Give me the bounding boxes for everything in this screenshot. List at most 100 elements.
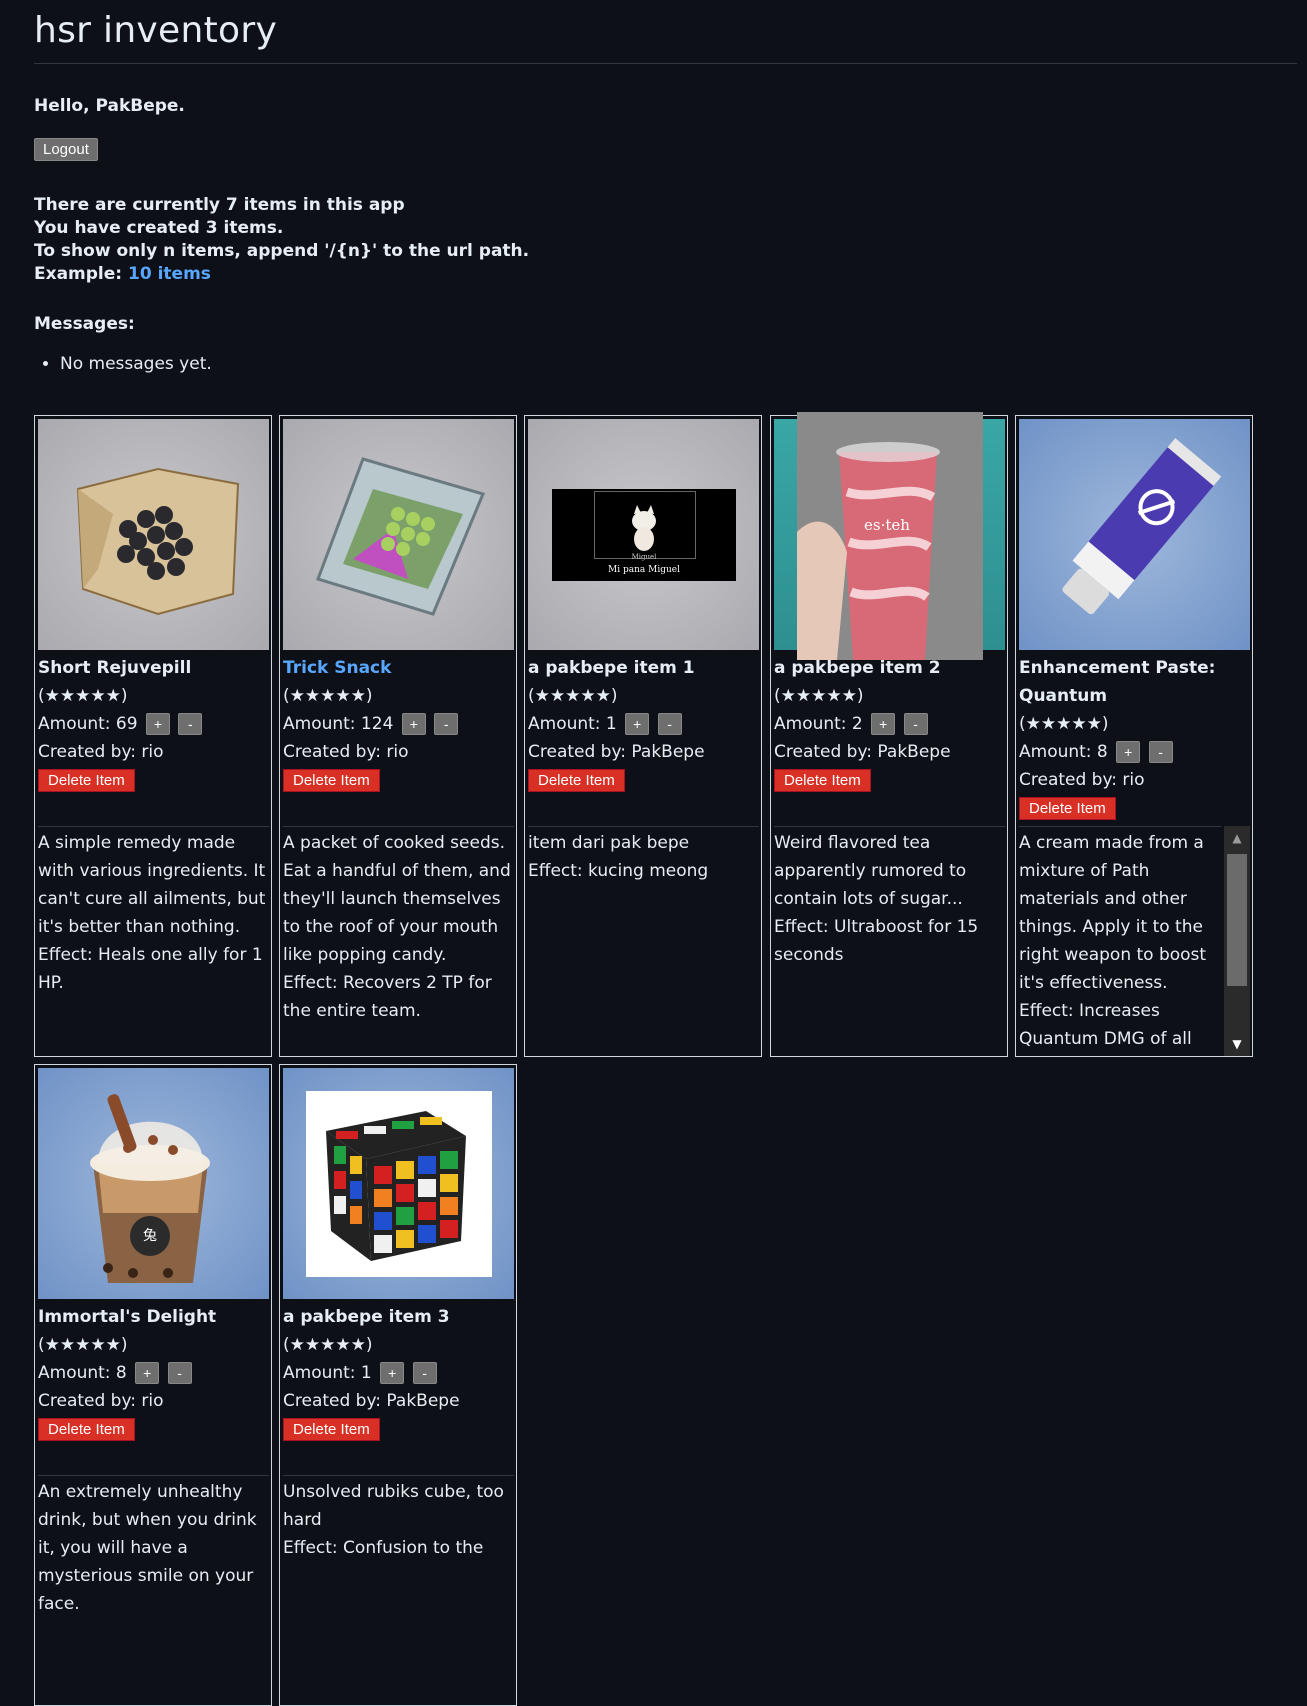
item-card: Enhancement Paste: Quantum (★★★★★) Amoun… [1015, 415, 1253, 1057]
increment-button[interactable]: + [135, 1362, 160, 1384]
item-amount: Amount: 69 [38, 714, 138, 734]
item-amount-row: Amount: 8 + - [1019, 738, 1250, 766]
item-info: Trick Snack (★★★★★) Amount: 124 + - Crea… [283, 654, 514, 794]
item-effect: Effect: Increases Quantum DMG of all all… [1019, 1001, 1192, 1049]
page-title: hsr inventory [34, 0, 1297, 64]
item-image: 兔 [38, 1068, 269, 1299]
item-creator: Created by: rio [1019, 770, 1145, 790]
logout-button[interactable]: Logout [34, 138, 98, 161]
item-info: Immortal's Delight (★★★★★) Amount: 8 + -… [38, 1303, 269, 1443]
rubiks-cube-photo [306, 1091, 492, 1277]
info-text: There are currently 7 items in this app … [34, 194, 1307, 286]
item-image: Miguel Mi pana Miguel [528, 419, 759, 650]
item-creator: Created by: rio [38, 1391, 164, 1411]
increment-button[interactable]: + [871, 713, 896, 735]
item-info: a pakbepe item 1 (★★★★★) Amount: 1 + - C… [528, 654, 759, 794]
decrement-button[interactable]: - [657, 713, 682, 735]
item-info: a pakbepe item 2 (★★★★★) Amount: 2 + - C… [774, 654, 1005, 794]
info-line-hint: To show only n items, append '/{n}' to t… [34, 241, 530, 261]
item-name: Immortal's Delight [38, 1307, 217, 1327]
item-card: a pakbepe item 2 (★★★★★) Amount: 2 + - C… [770, 412, 1008, 1057]
item-name: Enhancement Paste: Quantum [1019, 658, 1216, 706]
item-rating: (★★★★★) [283, 686, 373, 706]
messages-list: No messages yet. [34, 354, 1307, 374]
item-image [283, 419, 514, 650]
scrollbar-thumb[interactable] [1227, 854, 1247, 986]
item-amount-row: Amount: 1 + - [283, 1359, 514, 1387]
tea-cup-brand: es·teh [864, 516, 910, 534]
item-name[interactable]: Trick Snack [283, 654, 514, 682]
delete-item-button[interactable]: Delete Item [38, 1418, 135, 1441]
item-description[interactable]: A cream made from a mixture of Path mate… [1019, 826, 1221, 1056]
item-name: Short Rejuvepill [38, 658, 192, 678]
item-description: Weird flavored tea apparently rumored to… [774, 826, 1005, 1057]
greeting: Hello, PakBepe. [34, 96, 185, 116]
item-effect: Effect: Ultraboost for 15 seconds [774, 917, 979, 965]
item-image [1019, 419, 1250, 650]
item-card: a pakbepe item 3 (★★★★★) Amount: 1 + - C… [279, 1064, 517, 1706]
item-amount: Amount: 1 [528, 714, 617, 734]
meme-caption: Mi pana Miguel [608, 565, 680, 575]
item-card: 兔 Immortal's Delight (★★★★★) Amount: 8 +… [34, 1064, 272, 1706]
increment-button[interactable]: + [625, 713, 650, 735]
item-image [283, 1068, 514, 1299]
delete-item-button[interactable]: Delete Item [1019, 797, 1116, 820]
item-effect: Effect: kucing meong [528, 861, 709, 881]
decrement-button[interactable]: - [412, 1362, 437, 1384]
item-description: item dari pak bepe Effect: kucing meong [528, 826, 759, 1056]
cat-meme-image: Miguel Mi pana Miguel [552, 489, 736, 581]
increment-button[interactable]: + [401, 713, 426, 735]
decrement-button[interactable]: - [1148, 741, 1173, 763]
item-card: Short Rejuvepill (★★★★★) Amount: 69 + - … [34, 415, 272, 1057]
cup-logo: 兔 [143, 1228, 157, 1244]
scroll-down-arrow-icon[interactable]: ▼ [1224, 1032, 1250, 1056]
item-amount-row: Amount: 2 + - [774, 710, 1005, 738]
description-scrollbar[interactable]: ▲ ▼ [1224, 826, 1250, 1056]
item-image [38, 419, 269, 650]
item-info: a pakbepe item 3 (★★★★★) Amount: 1 + - C… [283, 1303, 514, 1443]
delete-item-button[interactable]: Delete Item [38, 769, 135, 792]
meme-subcaption: Miguel [631, 553, 657, 561]
item-name: a pakbepe item 1 [528, 658, 695, 678]
item-creator: Created by: rio [38, 742, 164, 762]
item-creator: Created by: rio [283, 742, 409, 762]
info-line-example: Example: 10 items [34, 263, 1307, 286]
item-rating: (★★★★★) [774, 686, 864, 706]
info-line-items-count: There are currently 7 items in this app [34, 195, 405, 215]
item-effect: Effect: Confusion to the [283, 1538, 484, 1558]
item-rating: (★★★★★) [38, 686, 128, 706]
item-desc-text: A simple remedy made with various ingred… [38, 833, 266, 937]
item-desc-text: Weird flavored tea apparently rumored to… [774, 833, 967, 909]
decrement-button[interactable]: - [178, 713, 203, 735]
decrement-button[interactable]: - [903, 713, 928, 735]
delete-item-button[interactable]: Delete Item [283, 1418, 380, 1441]
info-line-created-count: You have created 3 items. [34, 218, 284, 238]
item-amount-row: Amount: 69 + - [38, 710, 269, 738]
item-desc-text: A cream made from a mixture of Path mate… [1019, 833, 1207, 993]
item-amount: Amount: 2 [774, 714, 863, 734]
increment-button[interactable]: + [1116, 741, 1141, 763]
scroll-up-arrow-icon[interactable]: ▲ [1224, 826, 1250, 850]
delete-item-button[interactable]: Delete Item [283, 769, 380, 792]
item-effect: Effect: Heals one ally for 1 HP. [38, 945, 263, 993]
item-name: a pakbepe item 3 [283, 1307, 450, 1327]
example-link[interactable]: 10 items [128, 264, 211, 284]
delete-item-button[interactable]: Delete Item [774, 769, 871, 792]
item-amount: Amount: 8 [1019, 742, 1108, 762]
item-info: Short Rejuvepill (★★★★★) Amount: 69 + - … [38, 654, 269, 794]
item-desc-text: A packet of cooked seeds. Eat a handful … [283, 833, 511, 965]
item-creator: Created by: PakBepe [528, 742, 705, 762]
decrement-button[interactable]: - [434, 713, 459, 735]
item-description: Unsolved rubiks cube, too hard Effect: C… [283, 1475, 514, 1705]
increment-button[interactable]: + [145, 713, 170, 735]
delete-item-button[interactable]: Delete Item [528, 769, 625, 792]
item-rating: (★★★★★) [1019, 714, 1109, 734]
item-amount-row: Amount: 8 + - [38, 1359, 269, 1387]
item-amount: Amount: 8 [38, 1363, 127, 1383]
example-prefix: Example: [34, 264, 129, 284]
item-creator: Created by: PakBepe [283, 1391, 460, 1411]
tea-photo: es·teh [797, 412, 983, 660]
decrement-button[interactable]: - [167, 1362, 192, 1384]
item-description: A packet of cooked seeds. Eat a handful … [283, 826, 514, 1056]
increment-button[interactable]: + [380, 1362, 405, 1384]
